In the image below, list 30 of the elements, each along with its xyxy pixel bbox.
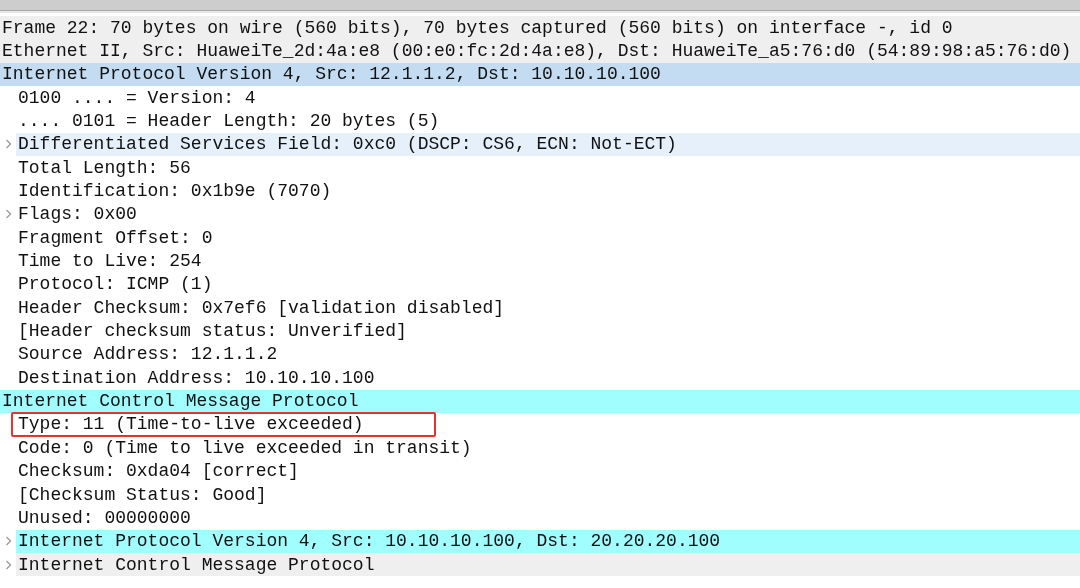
tree-row[interactable]: Destination Address: 10.10.10.100 [16, 366, 1080, 390]
tree-row[interactable]: Total Length: 56 [16, 156, 1080, 180]
tree-row[interactable]: Unused: 00000000 [16, 506, 1080, 530]
tree-row[interactable]: 0100 .... = Version: 4 [16, 86, 1080, 110]
tree-row[interactable]: Internet Protocol Version 4, Src: 12.1.1.2, Dst: 10.10.10.100 [0, 62, 1080, 87]
tree-row[interactable]: Differentiated Services Field: 0xc0 (DSCP: CS6, ECN: Not-ECT) [16, 132, 1080, 157]
tree-row[interactable]: .... 0101 = Header Length: 20 bytes (5) [16, 109, 1080, 133]
chevron-right-icon[interactable] [4, 139, 12, 150]
tree-row[interactable]: Internet Control Message Protocol [0, 389, 1080, 413]
tree-row[interactable]: Protocol: ICMP (1) [16, 272, 1080, 297]
tree-row[interactable]: Identification: 0x1b9e (7070) [16, 179, 1080, 203]
tree-row[interactable]: [Checksum Status: Good] [16, 482, 1080, 507]
tree-row[interactable]: Checksum: 0xda04 [correct] [16, 459, 1080, 483]
tree-row[interactable]: Ethernet II, Src: HuaweiTe_2d:4a:e8 (00:e0:fc:2d:4a:e8), Dst: HuaweiTe_a5:76:d0 (54:89:98:a5:76:d0) [0, 39, 1080, 63]
tree-row[interactable]: Time to Live: 254 [16, 249, 1080, 273]
tree-row[interactable]: [Header checksum status: Unverified] [16, 319, 1080, 343]
chevron-right-icon[interactable] [4, 536, 12, 547]
tree-row[interactable]: Type: 11 (Time-to-live exceeded) [16, 412, 1080, 437]
tree-row[interactable]: Flags: 0x00 [16, 202, 1080, 227]
chevron-right-icon[interactable] [4, 209, 12, 220]
tree-row[interactable]: Source Address: 12.1.1.2 [16, 342, 1080, 367]
tree-row[interactable]: Internet Protocol Version 4, Src: 10.10.10.100, Dst: 20.20.20.100 [16, 529, 1080, 553]
tree-row[interactable]: Code: 0 (Time to live exceeded in transit) [16, 436, 1080, 460]
tree-row[interactable]: Header Checksum: 0x7ef6 [validation disabled] [16, 296, 1080, 320]
chevron-right-icon[interactable] [4, 559, 12, 570]
tree-row[interactable]: Internet Control Message Protocol [16, 552, 1080, 577]
field-text: Type: 11 (Time-to-live exceeded) [18, 414, 364, 434]
splitter-bar[interactable] [0, 0, 1080, 11]
tree-row[interactable]: Frame 22: 70 bytes on wire (560 bits), 70 bytes captured (560 bits) on interface -, id 0 [0, 16, 1080, 40]
tree-row[interactable]: Fragment Offset: 0 [16, 226, 1080, 250]
